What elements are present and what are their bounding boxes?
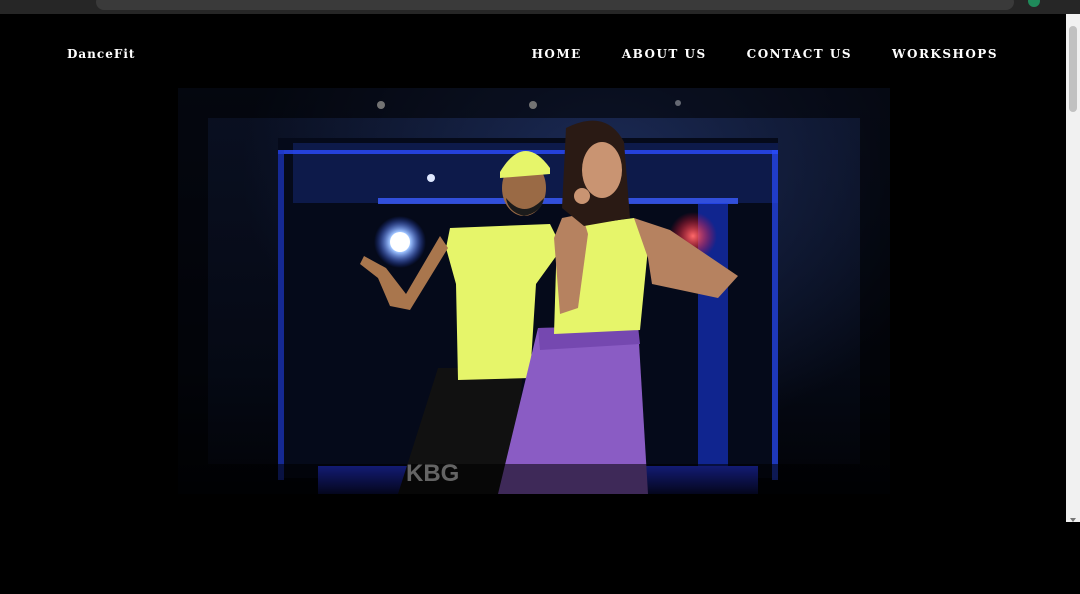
reload-icon[interactable] [70,0,80,5]
nav-workshops[interactable]: WORKSHOPS [892,47,998,61]
nav-contact-us[interactable]: CONTACT US [747,47,852,61]
page: DanceFit HOME ABOUT US CONTACT US WORKSH… [0,14,1066,522]
scrollbar-thumb[interactable] [1069,26,1077,112]
hero-image: KBG [178,88,890,494]
browser-menu-icon[interactable] [1058,0,1064,6]
nav-about-us[interactable]: ABOUT US [622,47,707,61]
main-nav: HOME ABOUT US CONTACT US WORKSHOPS [532,47,998,61]
profile-avatar-icon[interactable] [1028,0,1040,7]
nav-home[interactable]: HOME [532,47,582,61]
bottom-area [0,522,1080,594]
browser-toolbar [0,0,1080,14]
hero-photo-illustration: KBG [178,88,890,494]
address-bar[interactable] [96,0,1014,10]
page-scrollbar[interactable] [1066,14,1080,524]
brand-logo[interactable]: DanceFit [67,47,135,61]
